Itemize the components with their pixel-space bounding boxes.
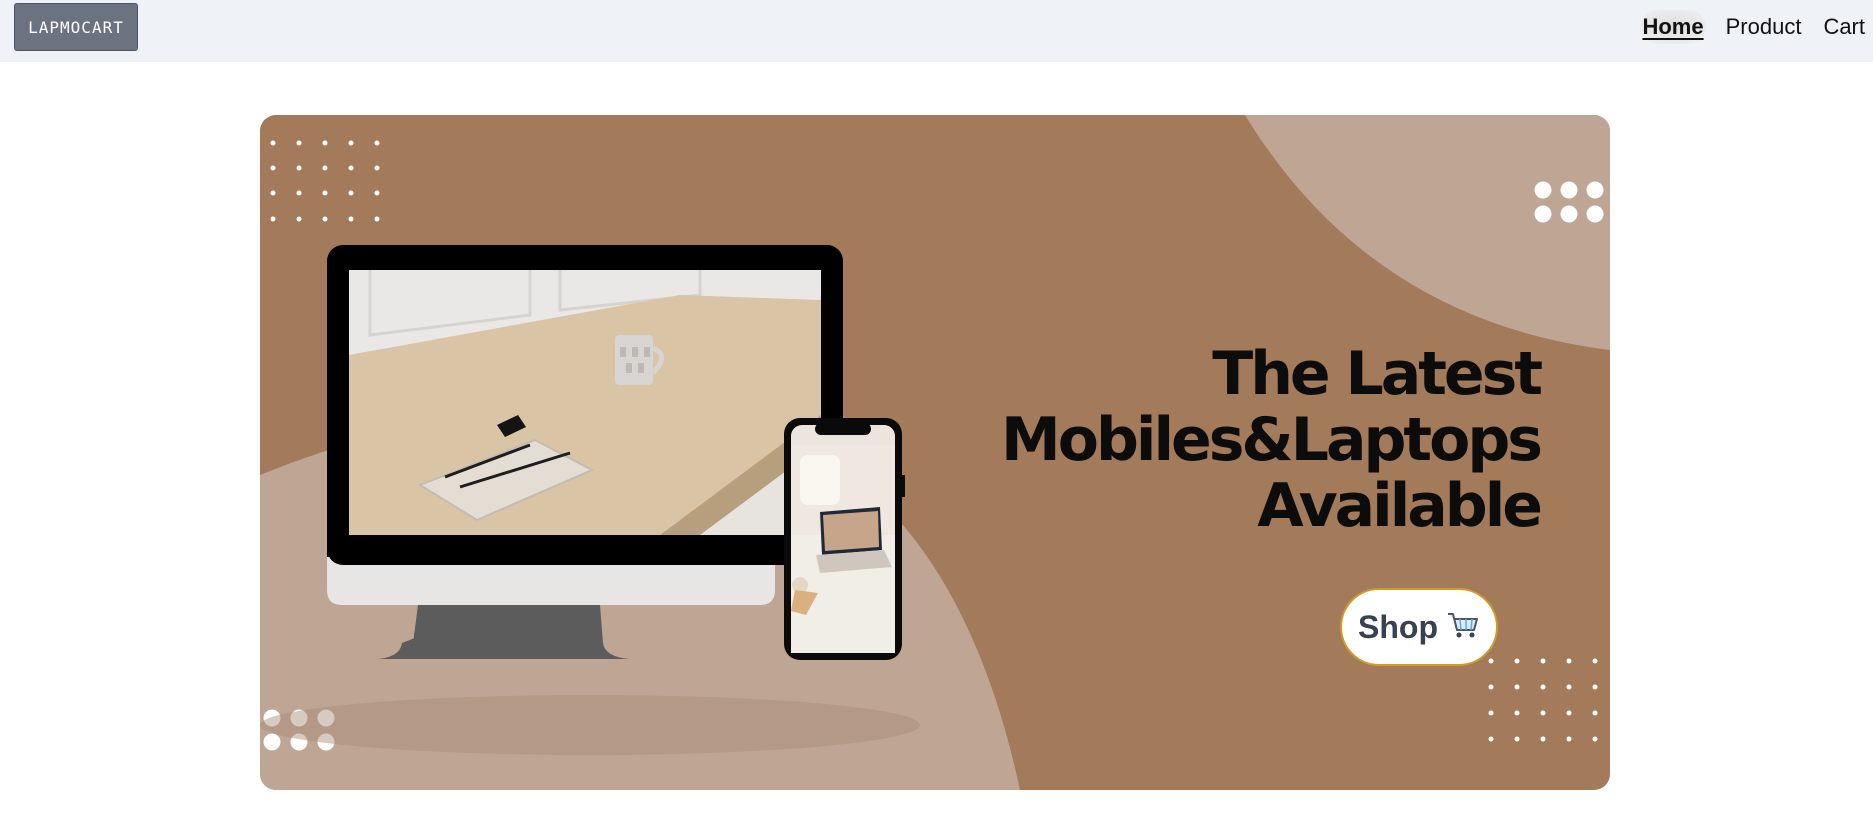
nav-link-home[interactable]: Home (1640, 10, 1706, 44)
headline-line-2: Mobiles&Laptops (1001, 405, 1543, 475)
phone-illustration (784, 418, 905, 660)
shopping-cart-icon (1446, 610, 1480, 644)
dot-grid-bottom-right (1488, 658, 1598, 742)
dot-grid-top-left (270, 140, 380, 222)
nav-link-cart[interactable]: Cart (1821, 10, 1867, 44)
hero-headline: The Latest Mobiles&Laptops Available (1001, 339, 1543, 541)
top-right-curve-shape (1245, 115, 1610, 350)
headline-line-3: Available (1257, 471, 1543, 541)
shop-button-label: Shop (1358, 608, 1438, 645)
navbar: LAPMOCART Home Product Cart (0, 0, 1873, 62)
brand-logo-button[interactable]: LAPMOCART (14, 3, 138, 51)
nav-link-product[interactable]: Product (1724, 10, 1804, 44)
monitor-screen-photo (349, 270, 821, 535)
hero-banner: The Latest Mobiles&Laptops Available Sho… (260, 115, 1610, 790)
headline-line-1: The Latest (1212, 339, 1543, 409)
monitor-illustration (327, 245, 843, 659)
shop-button[interactable]: Shop (1340, 588, 1498, 666)
monitor-shadow (260, 695, 920, 755)
nav-links: Home Product Cart (1640, 8, 1867, 46)
